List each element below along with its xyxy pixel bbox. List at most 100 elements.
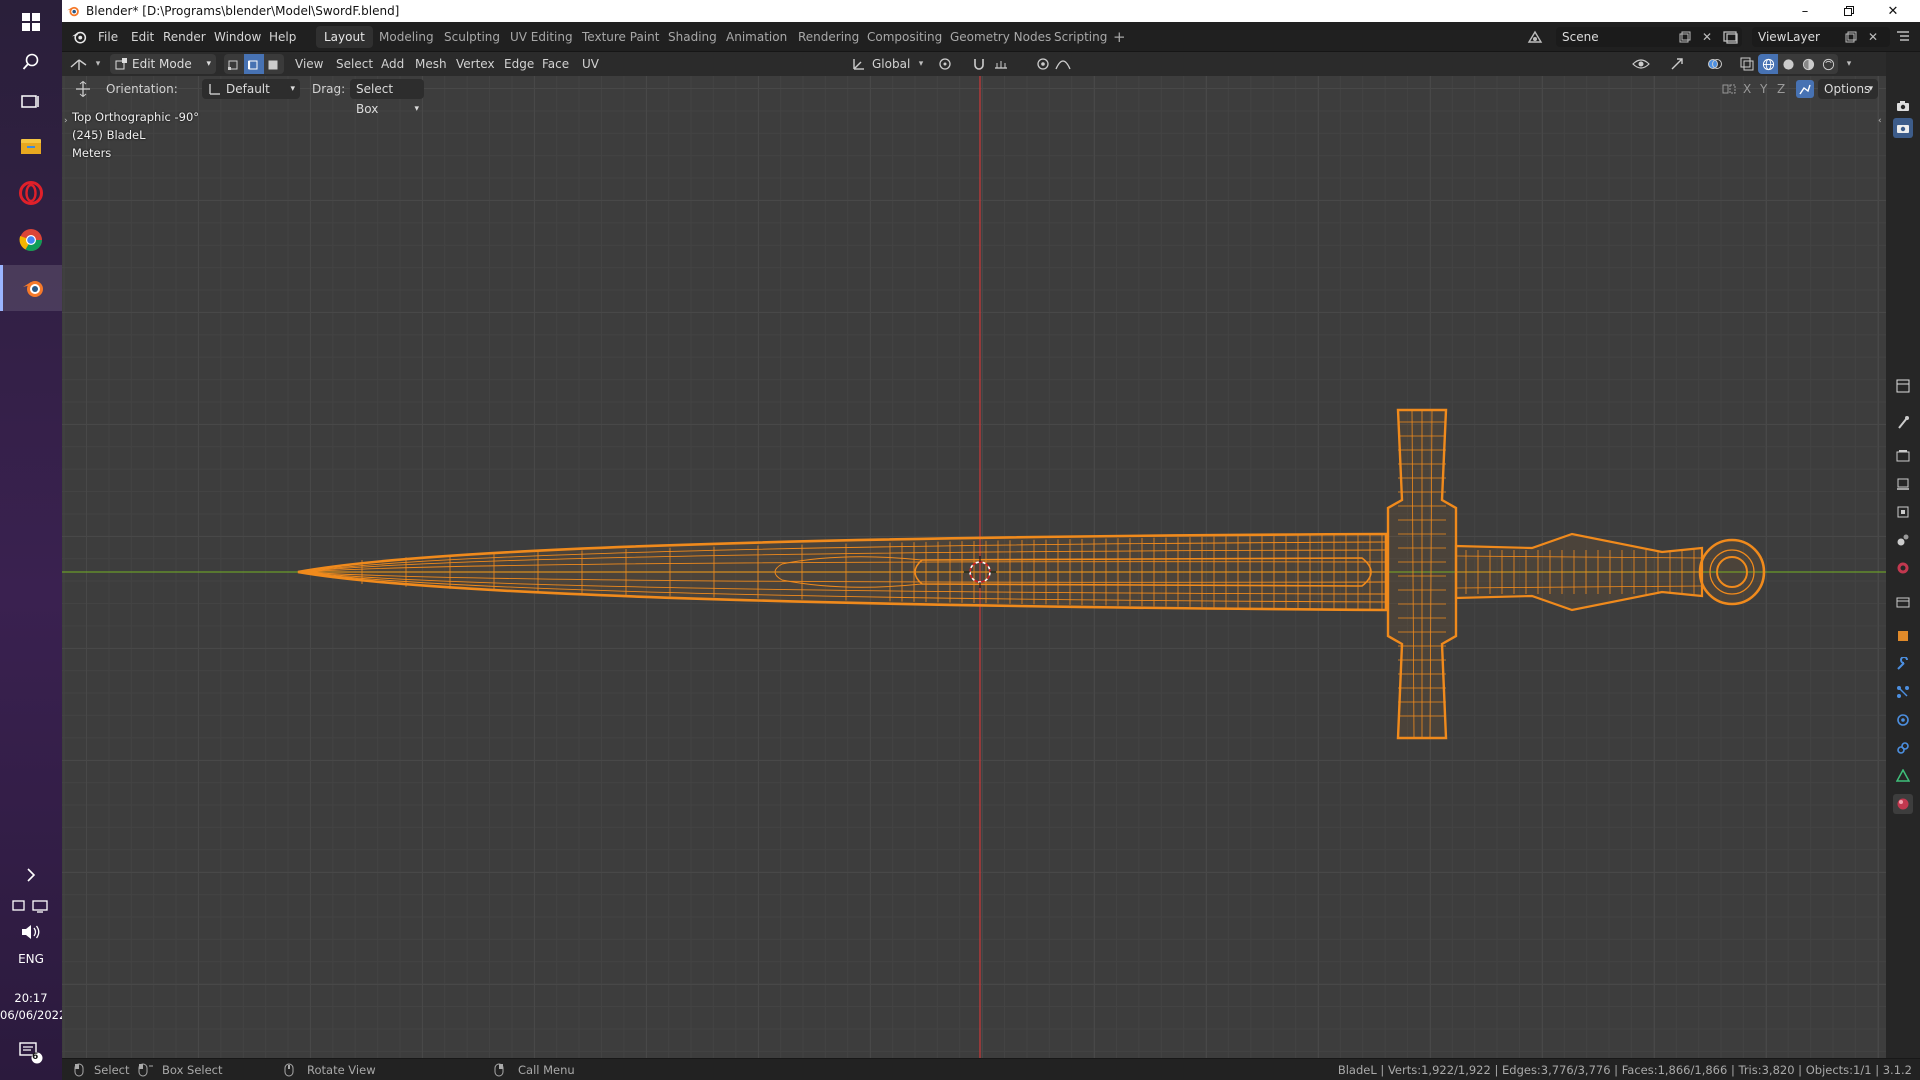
scene-icon[interactable] [1526, 28, 1544, 46]
add-workspace-button[interactable]: + [1105, 26, 1134, 48]
tool-settings-tab-icon[interactable] [1893, 412, 1913, 432]
menu-add[interactable]: Add [381, 56, 404, 72]
transform-orientation-dropdown[interactable]: Global [872, 56, 910, 72]
object-properties-icon[interactable] [1893, 626, 1913, 646]
tab-uv-editing[interactable]: UV Editing [502, 26, 581, 48]
edge-select-button[interactable] [244, 54, 264, 74]
new-scene-icon[interactable] [1676, 28, 1694, 46]
chevron-right-icon[interactable] [0, 862, 62, 888]
editor-type-icon[interactable] [70, 55, 88, 73]
toolbar-expand-arrow[interactable]: › [64, 116, 68, 126]
file-explorer-icon[interactable] [0, 124, 62, 168]
task-view-icon[interactable] [0, 80, 62, 124]
gizmo-toggle-icon[interactable] [1668, 55, 1686, 73]
windows-start-icon[interactable] [0, 0, 62, 44]
sword-mesh[interactable] [297, 408, 1766, 740]
xray-toggle-icon[interactable] [1738, 55, 1756, 73]
options-dropdown[interactable]: Options ▾ [1818, 79, 1878, 99]
vertex-select-button[interactable] [224, 54, 244, 74]
overlays-toggle-icon[interactable] [1706, 55, 1724, 73]
tab-sculpting[interactable]: Sculpting [436, 26, 508, 48]
menu-face[interactable]: Face [542, 56, 569, 72]
clock-time[interactable]: 20:17 [0, 991, 62, 1005]
material-preview-button[interactable] [1798, 54, 1818, 74]
menu-vertex[interactable]: Vertex [456, 56, 495, 72]
restore-button[interactable] [1826, 0, 1872, 22]
blender-taskbar-icon[interactable] [0, 265, 62, 311]
minimize-button[interactable]: – [1782, 0, 1828, 22]
blender-logo-menu-icon[interactable] [70, 28, 88, 46]
mesh-data-properties-icon[interactable] [1893, 766, 1913, 786]
tab-geometry-nodes[interactable]: Geometry Nodes [942, 26, 1059, 48]
shading-options-chevron-icon[interactable]: ▾ [1840, 55, 1858, 73]
delete-scene-icon[interactable]: ✕ [1698, 28, 1716, 46]
menu-edit[interactable]: Edit [131, 28, 154, 46]
hint-call-menu: Call Menu [518, 1063, 575, 1077]
options-label: Options [1824, 82, 1871, 96]
render-properties-icon[interactable] [1893, 446, 1913, 466]
material-properties-icon[interactable] [1893, 794, 1913, 814]
particle-properties-icon[interactable] [1893, 682, 1913, 702]
speaker-icon[interactable] [0, 920, 62, 944]
menu-view[interactable]: View [295, 56, 323, 72]
tab-compositing[interactable]: Compositing [859, 26, 950, 48]
tool-properties-icon[interactable] [1893, 376, 1913, 396]
close-window-button[interactable]: ✕ [1870, 0, 1916, 22]
pivot-point-icon[interactable] [936, 55, 954, 73]
mirror-z-toggle[interactable]: Z [1777, 81, 1785, 97]
constraint-properties-icon[interactable] [1893, 738, 1913, 758]
tab-modeling[interactable]: Modeling [371, 26, 442, 48]
toggle-camera-icon[interactable] [1893, 118, 1913, 138]
tab-rendering[interactable]: Rendering [790, 26, 867, 48]
menu-edge[interactable]: Edge [504, 56, 534, 72]
collection-properties-icon[interactable] [1893, 592, 1913, 612]
search-icon[interactable] [0, 40, 62, 84]
menu-window[interactable]: Window [214, 28, 261, 46]
view-layer-icon[interactable] [1722, 28, 1740, 46]
sidebar-collapse-arrow[interactable]: ‹ [1878, 116, 1882, 126]
solid-shading-button[interactable] [1778, 54, 1798, 74]
camera-view-icon[interactable] [1893, 96, 1913, 116]
face-select-button[interactable] [264, 54, 284, 74]
mirror-x-toggle[interactable]: X [1743, 81, 1751, 97]
proportional-falloff-icon[interactable] [1054, 55, 1072, 73]
delete-view-layer-icon[interactable]: ✕ [1864, 28, 1882, 46]
tab-animation[interactable]: Animation [718, 26, 795, 48]
system-tray-icons[interactable] [0, 894, 62, 918]
view-layer-properties-icon[interactable] [1893, 502, 1913, 522]
tab-layout[interactable]: Layout [316, 26, 373, 48]
menu-uv[interactable]: UV [582, 56, 599, 72]
visibility-selectability-icon[interactable] [1632, 55, 1650, 73]
notification-center-icon[interactable]: 6 [0, 1030, 62, 1074]
modifier-properties-icon[interactable] [1893, 654, 1913, 674]
snap-toggle-icon[interactable] [970, 55, 988, 73]
menu-help[interactable]: Help [269, 28, 296, 46]
auto-merge-icon[interactable] [1796, 80, 1814, 98]
scene-properties-icon[interactable] [1893, 530, 1913, 550]
proportional-editing-icon[interactable] [1034, 55, 1052, 73]
tab-shading[interactable]: Shading [660, 26, 725, 48]
world-properties-icon[interactable] [1893, 558, 1913, 578]
orientation-dropdown[interactable]: Default ▾ [202, 79, 300, 99]
output-properties-icon[interactable] [1893, 474, 1913, 494]
rendered-shading-button[interactable] [1818, 54, 1838, 74]
language-indicator[interactable]: ENG [0, 952, 62, 966]
menu-mesh[interactable]: Mesh [415, 56, 447, 72]
chrome-browser-icon[interactable] [0, 218, 62, 262]
outliner-toggle-icon[interactable] [1894, 28, 1912, 46]
3d-viewport[interactable]: Top Orthographic -90° (245) BladeL Meter… [62, 76, 1886, 1058]
new-view-layer-icon[interactable] [1842, 28, 1860, 46]
mirror-y-toggle[interactable]: Y [1760, 81, 1767, 97]
mode-selector[interactable]: Edit Mode ▾ [110, 54, 216, 74]
menu-select[interactable]: Select [336, 56, 373, 72]
tab-texture-paint[interactable]: Texture Paint [574, 26, 667, 48]
snap-target-icon[interactable] [992, 55, 1010, 73]
clock-date[interactable]: 06/06/2022 [0, 1008, 66, 1022]
window-title-bar: Blender* [D:\Programs\blender\Model\Swor… [62, 0, 1920, 22]
opera-browser-icon[interactable] [0, 171, 62, 215]
menu-render[interactable]: Render [163, 28, 206, 46]
physics-properties-icon[interactable] [1893, 710, 1913, 730]
menu-file[interactable]: File [98, 28, 118, 46]
drag-dropdown[interactable]: Select Box ▾ [350, 79, 424, 116]
wireframe-shading-button[interactable] [1758, 54, 1778, 74]
